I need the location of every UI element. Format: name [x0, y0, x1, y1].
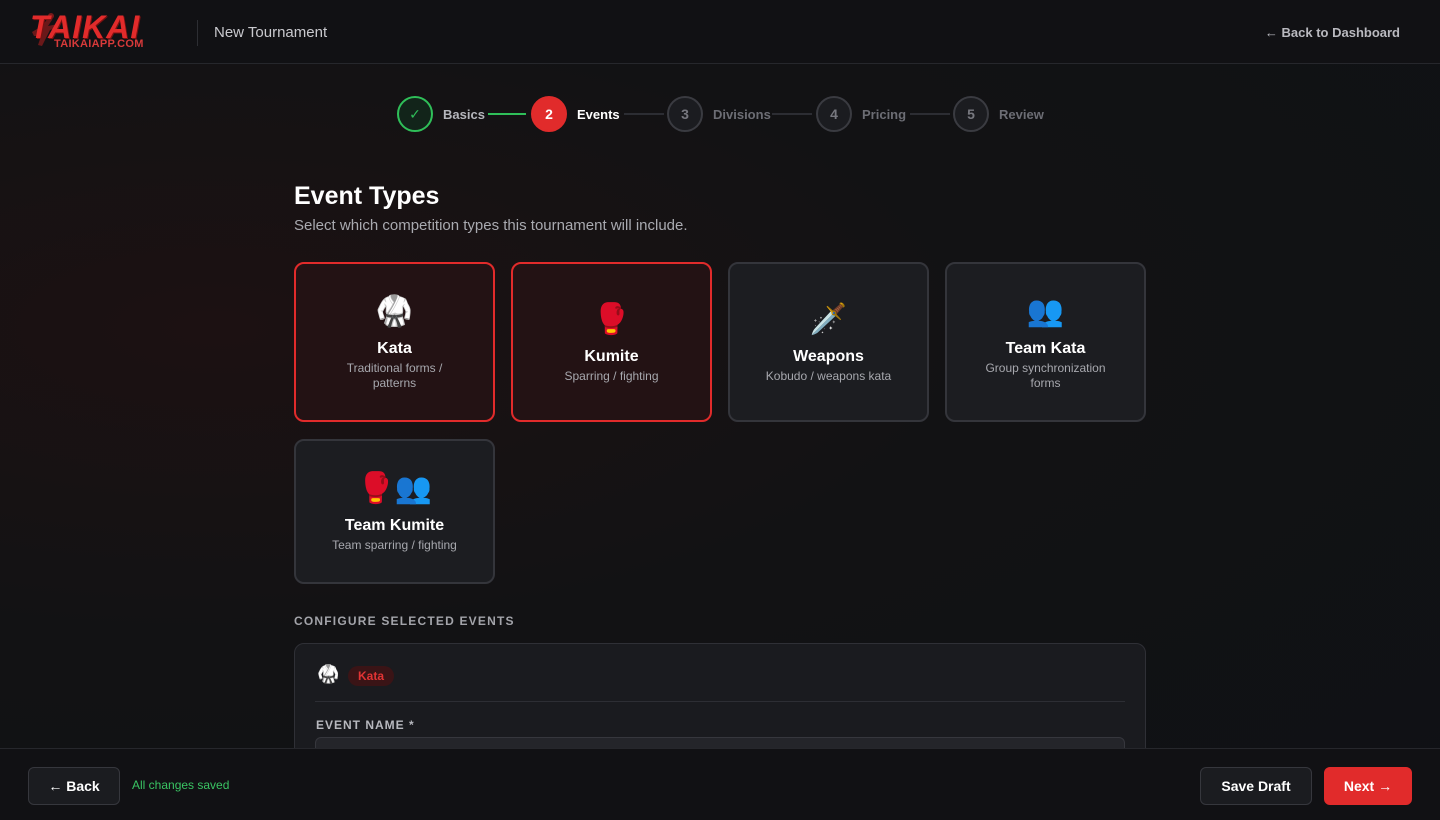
- step-connector: [488, 113, 526, 115]
- page-header-title: New Tournament: [214, 24, 328, 41]
- step-pricing[interactable]: 4 Pricing: [816, 96, 906, 132]
- event-card-weapons[interactable]: 🗡️ Weapons Kobudo / weapons kata: [728, 262, 929, 422]
- event-type-grid: 🥋 Kata Traditional forms / patterns 🥊 Ku…: [294, 262, 1146, 584]
- next-button[interactable]: Next →: [1324, 767, 1412, 805]
- step-label: Events: [577, 106, 620, 122]
- header-divider: [197, 20, 198, 46]
- event-card-name: Weapons: [793, 347, 864, 365]
- event-card-description: Group synchronization forms: [985, 361, 1106, 390]
- step-label: Pricing: [862, 106, 907, 122]
- top-header: TAIKAI TAIKAIAPP.COM New Tournament ← Ba…: [0, 0, 1440, 64]
- save-status-text: All changes saved: [132, 778, 230, 792]
- event-card-description: Team sparring / fighting: [332, 538, 457, 552]
- step-number: 4: [816, 96, 852, 132]
- page-title: Event Types: [294, 182, 440, 210]
- step-basics[interactable]: ✓ Basics: [397, 96, 485, 132]
- event-card-description: Traditional forms / patterns: [346, 361, 443, 390]
- event-card-team-kata[interactable]: 👥 Team Kata Group synchronization forms: [945, 262, 1146, 422]
- wizard-footer: ← Back All changes saved Save Draft Next…: [0, 748, 1440, 820]
- event-card-name: Kata: [377, 340, 412, 357]
- page-subtitle: Select which competition types this tour…: [294, 217, 688, 234]
- main-content: Event Types Select which competition typ…: [294, 180, 1146, 236]
- event-card-name: Team Kumite: [344, 517, 445, 534]
- taikai-logo[interactable]: TAIKAI TAIKAIAPP.COM: [28, 10, 182, 50]
- back-to-dashboard-link[interactable]: ← Back to Dashboard: [1265, 24, 1400, 42]
- step-review[interactable]: 5 Review: [953, 96, 1044, 132]
- event-type-badge: Kata: [348, 666, 395, 686]
- event-card-name: Team Kata: [1005, 340, 1086, 357]
- event-card-team-kumite[interactable]: 🥊👥 Team Kumite Team sparring / fighting: [294, 439, 495, 584]
- step-number: 2: [531, 96, 567, 132]
- karate-gi-icon: 🥋: [317, 664, 340, 685]
- step-label: Basics: [443, 106, 485, 122]
- check-icon: ✓: [397, 96, 433, 132]
- event-name-label: EVENT NAME *: [316, 718, 415, 732]
- step-connector: [910, 113, 950, 115]
- configure-section-label: CONFIGURE SELECTED EVENTS: [294, 614, 515, 628]
- step-events[interactable]: 2 Events: [531, 96, 620, 132]
- boxing-glove-icon: 🥊: [592, 301, 631, 337]
- divider: [315, 701, 1125, 702]
- karate-gi-icon: 🥋: [375, 294, 414, 329]
- event-card-description: Kobudo / weapons kata: [765, 368, 892, 383]
- step-connector: [624, 113, 664, 115]
- group-icon: 👥: [1026, 294, 1065, 329]
- step-number: 3: [667, 96, 703, 132]
- event-card-description: Sparring / fighting: [564, 368, 659, 383]
- team-sparring-icon: 🥊👥: [357, 471, 432, 506]
- wizard-stepper: ✓ Basics 2 Events 3 Divisions 4 Pricing …: [0, 96, 1440, 132]
- event-card-name: Kumite: [584, 347, 639, 365]
- dagger-icon: 🗡️: [809, 301, 848, 337]
- step-label: Divisions: [713, 106, 771, 122]
- step-number: 5: [953, 96, 989, 132]
- step-label: Review: [999, 106, 1044, 122]
- event-card-kata[interactable]: 🥋 Kata Traditional forms / patterns: [294, 262, 495, 422]
- step-connector: [772, 113, 812, 115]
- back-button[interactable]: ← Back: [28, 767, 120, 805]
- logo-subtext: TAIKAIAPP.COM: [54, 38, 144, 50]
- event-card-kumite[interactable]: 🥊 Kumite Sparring / fighting: [511, 262, 712, 422]
- step-divisions[interactable]: 3 Divisions: [667, 96, 771, 132]
- save-draft-button[interactable]: Save Draft: [1200, 767, 1312, 805]
